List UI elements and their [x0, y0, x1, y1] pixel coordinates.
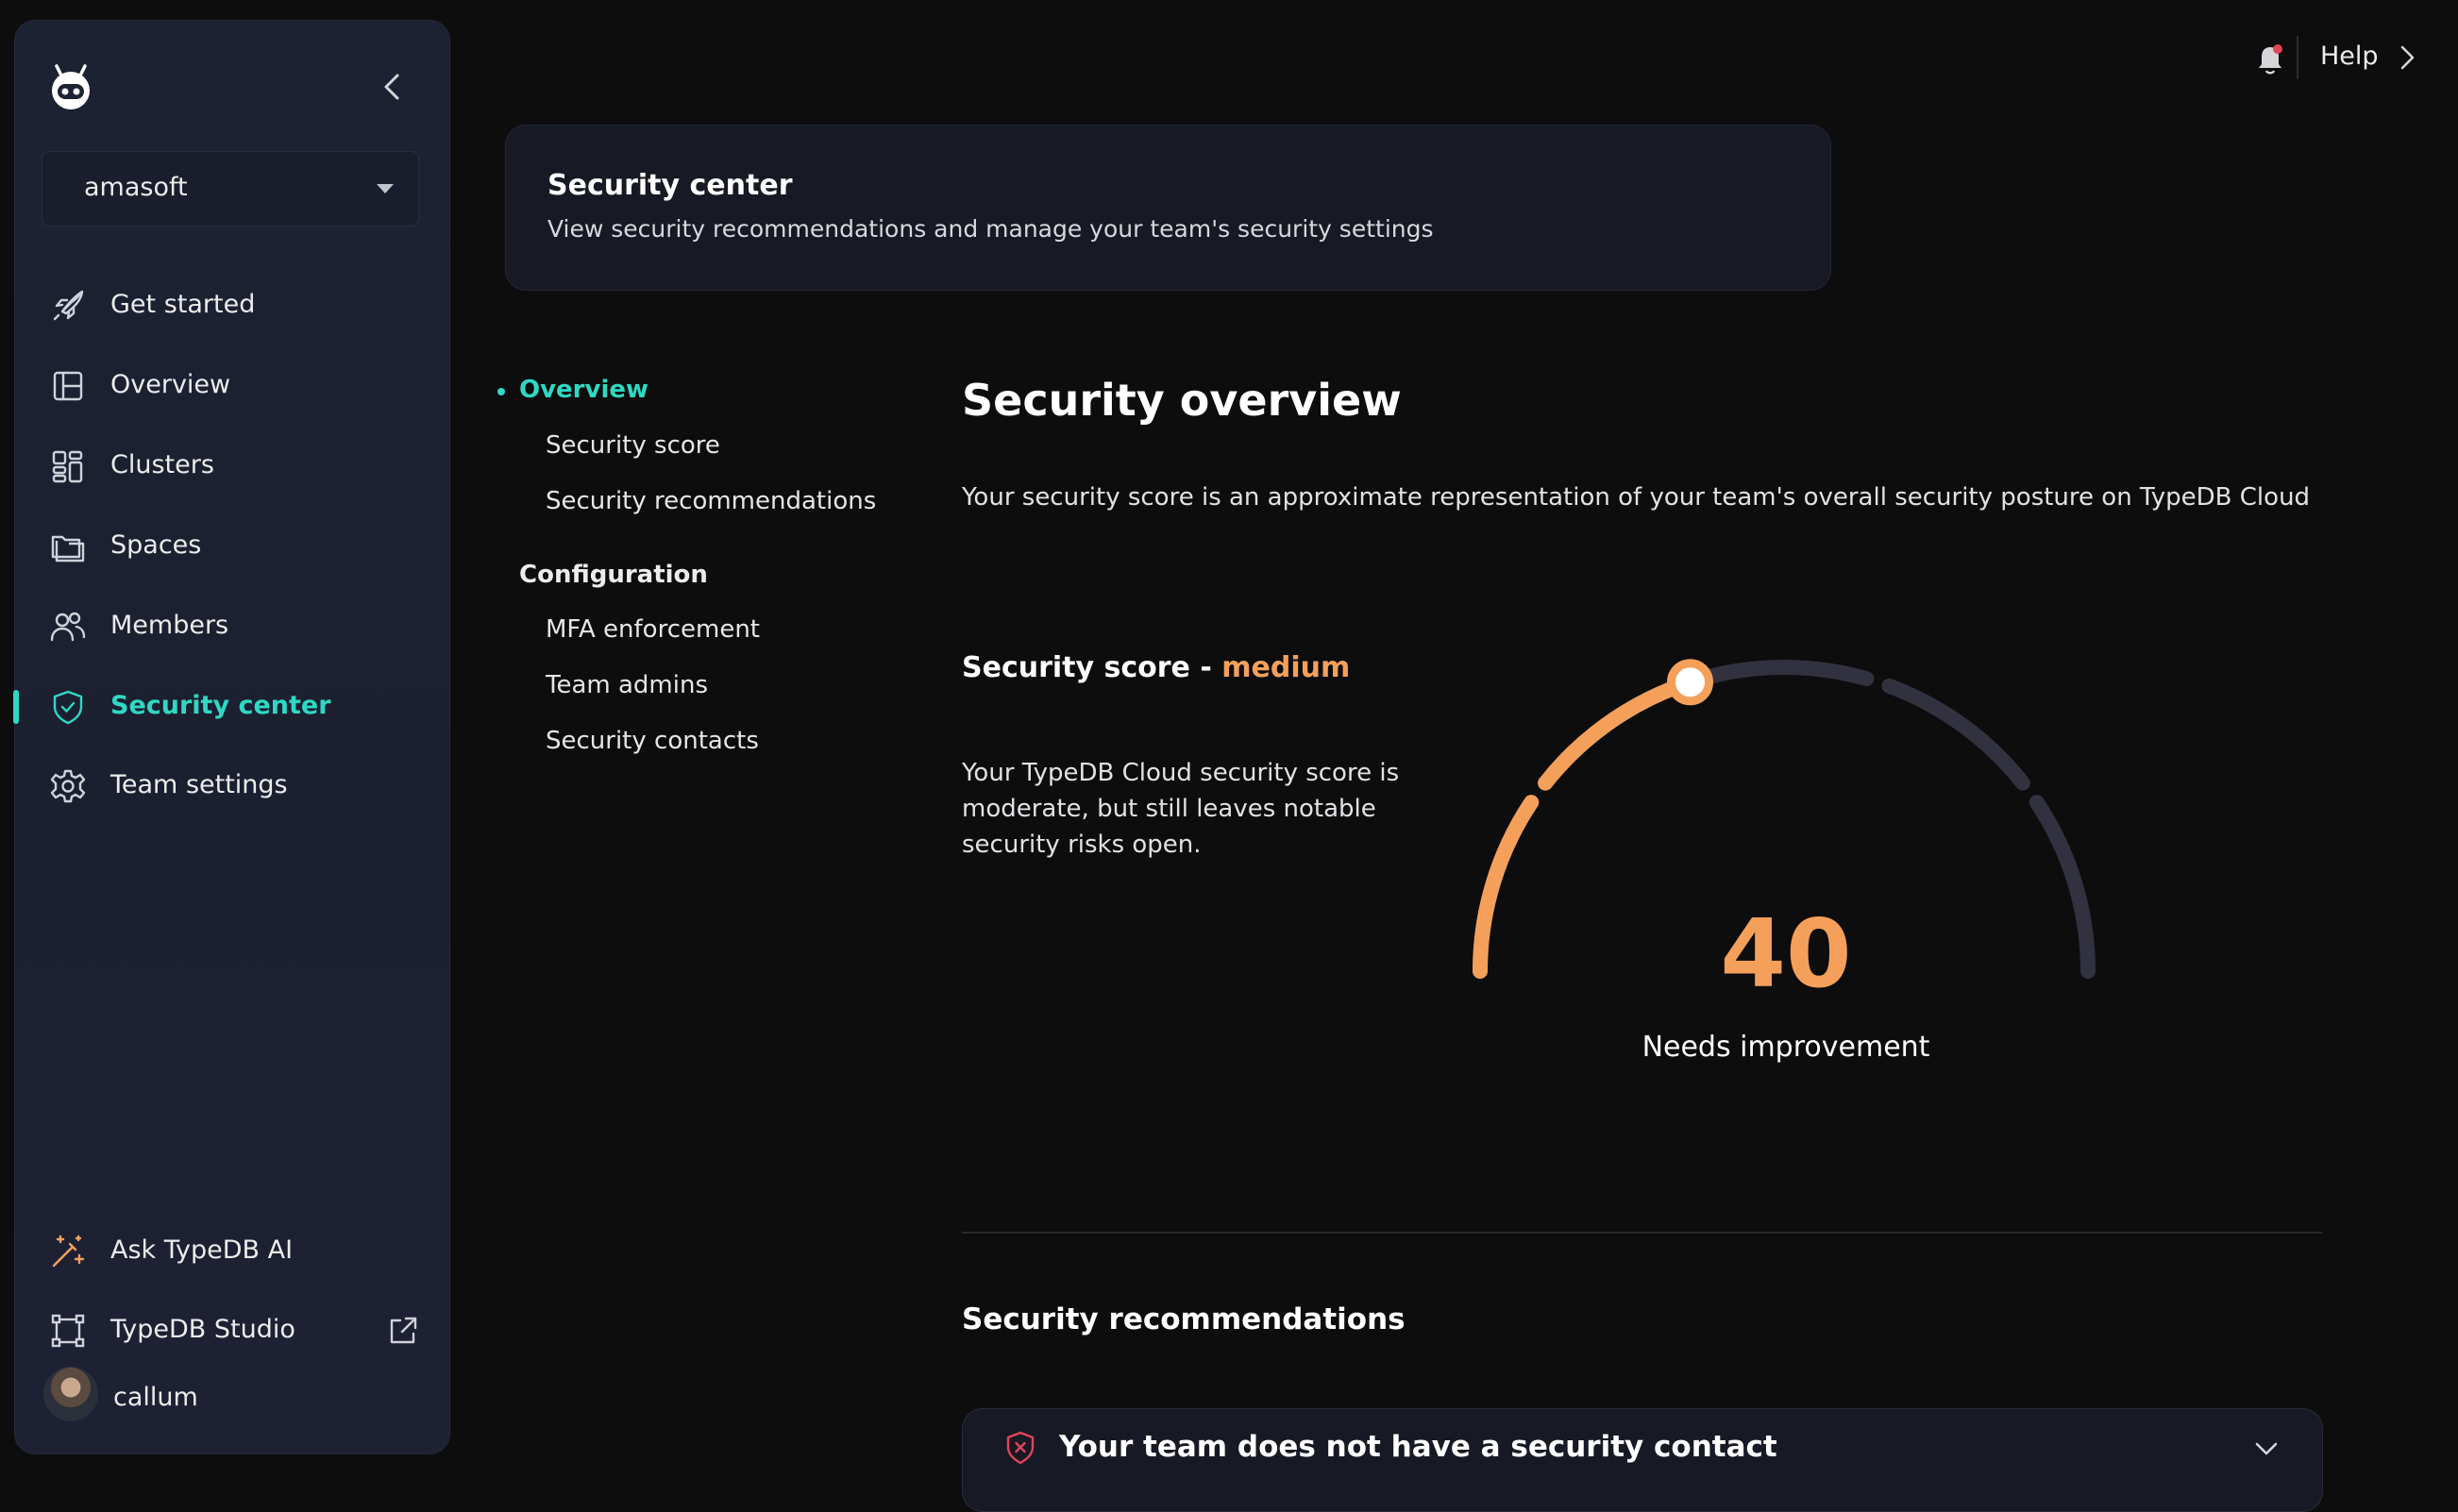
nav-ask-typedb-ai[interactable]: Ask TypeDB AI [15, 1218, 451, 1285]
toc-active-dot [497, 388, 505, 395]
nav-label: Clusters [110, 450, 214, 479]
gauge-track-segment [2029, 795, 2096, 979]
toc-security-recommendations[interactable]: Security recommendations [546, 487, 876, 515]
nav-label: Ask TypeDB AI [110, 1235, 294, 1265]
score-heading: Security score - medium [962, 651, 1350, 684]
page-title: Security center [547, 169, 793, 202]
notification-bell-icon[interactable] [2254, 42, 2286, 77]
chevron-right-icon[interactable] [2396, 42, 2418, 74]
score-heading-label: Security score - [962, 651, 1222, 684]
nav-label: Security center [110, 691, 331, 720]
recommendations-title: Security recommendations [962, 1302, 1406, 1336]
toc-configuration-heading: Configuration [519, 561, 708, 589]
nav-team-settings[interactable]: Team settings [15, 753, 451, 819]
nav-spaces[interactable]: Spaces [15, 513, 451, 580]
collapse-sidebar-icon[interactable] [374, 68, 412, 106]
sidebar: amasoft Get started Overview Clusters Sp… [13, 20, 451, 1454]
nav-label: Team settings [110, 770, 288, 799]
section-title: Security overview [962, 375, 1402, 426]
nav-clusters[interactable]: Clusters [15, 433, 451, 499]
score-explanation: Your TypeDB Cloud security score is mode… [962, 759, 1400, 859]
shield-check-icon [53, 690, 83, 725]
nav-get-started[interactable]: Get started [15, 273, 451, 339]
score-value: 40 [1720, 899, 1852, 1009]
nav-label: Overview [110, 370, 231, 399]
toc-overview[interactable]: Overview [519, 376, 648, 404]
active-indicator [13, 690, 19, 724]
section-divider [962, 1232, 2323, 1234]
topbar-divider [2297, 36, 2298, 79]
gear-icon [50, 769, 86, 803]
score-level: medium [1221, 651, 1351, 684]
external-link-icon[interactable] [385, 1313, 421, 1349]
gauge-knob [1666, 659, 1713, 706]
nav-overview[interactable]: Overview [15, 353, 451, 419]
team-selector[interactable]: amasoft [42, 151, 419, 227]
shield-alert-icon [1006, 1431, 1035, 1465]
nav-typedb-studio[interactable]: TypeDB Studio [15, 1298, 451, 1364]
nav-label: Spaces [110, 530, 202, 560]
layout-icon [53, 371, 83, 401]
user-name: callum [113, 1383, 198, 1412]
gauge-fill-segment [1538, 678, 1687, 791]
toc-security-score[interactable]: Security score [546, 431, 720, 460]
chevron-down-icon[interactable] [2252, 1437, 2281, 1460]
recommendation-card[interactable]: Your team does not have a security conta… [962, 1408, 2323, 1512]
nav-members[interactable]: Members [15, 594, 451, 660]
nav-label: TypeDB Studio [110, 1315, 295, 1344]
clusters-icon [52, 450, 83, 483]
rocket-icon [53, 290, 84, 321]
folder-icon [51, 535, 85, 563]
page-header-card: Security center View security recommenda… [505, 125, 1831, 291]
toc-team-admins[interactable]: Team admins [546, 671, 708, 699]
gauge-track-segment [1693, 660, 1875, 687]
magic-wand-icon [52, 1235, 85, 1268]
section-description: Your security score is an approximate re… [962, 483, 2311, 512]
toc-mfa-enforcement[interactable]: MFA enforcement [546, 615, 760, 644]
nav-label: Members [110, 611, 229, 640]
chevron-down-icon [377, 184, 394, 193]
nav-label: Get started [110, 290, 256, 319]
avatar[interactable] [43, 1367, 98, 1421]
page-subtitle: View security recommendations and manage… [547, 215, 1434, 243]
gauge-fill-segment [1473, 795, 1540, 979]
help-link[interactable]: Help [2320, 42, 2379, 71]
users-icon [50, 612, 86, 642]
gauge-track-segment [1881, 678, 2030, 791]
nav-security-center[interactable]: Security center [13, 674, 451, 740]
recommendation-text: Your team does not have a security conta… [1059, 1430, 1777, 1464]
studio-icon [51, 1314, 85, 1348]
toc-security-contacts[interactable]: Security contacts [546, 727, 759, 755]
team-name: amasoft [84, 173, 188, 202]
score-label: Needs improvement [1641, 1031, 1930, 1064]
typedb-logo-icon[interactable] [47, 62, 94, 111]
